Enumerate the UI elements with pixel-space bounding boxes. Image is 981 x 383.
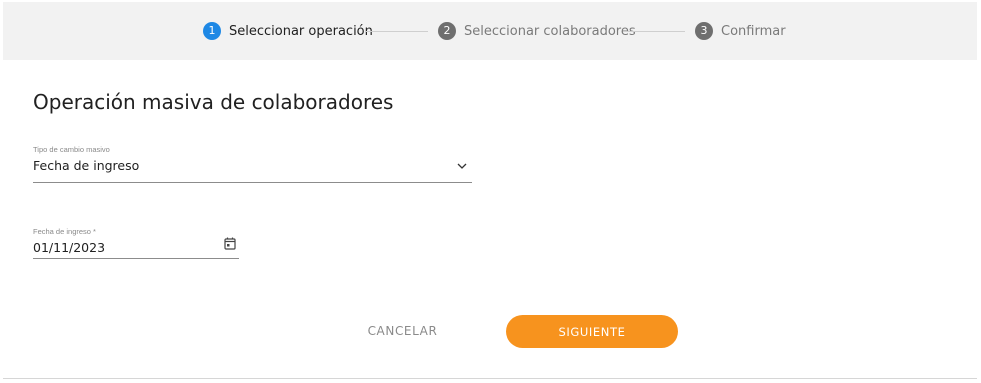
step-number-3: 3 xyxy=(695,22,713,40)
change-type-underline xyxy=(33,182,472,183)
start-date-underline xyxy=(33,258,239,259)
change-type-label: Tipo de cambio masivo xyxy=(33,145,110,154)
step-label-select-collaborators: Seleccionar colaboradores xyxy=(464,23,636,39)
step-select-operation[interactable]: 1 Seleccionar operación xyxy=(203,20,373,42)
chevron-down-icon[interactable] xyxy=(457,162,467,170)
step-select-collaborators[interactable]: 2 Seleccionar colaboradores xyxy=(438,20,636,42)
calendar-icon[interactable] xyxy=(224,237,236,250)
next-button[interactable]: SIGUIENTE xyxy=(506,315,678,348)
start-date-value[interactable]: 01/11/2023 xyxy=(33,240,105,255)
step-number-2: 2 xyxy=(438,22,456,40)
change-type-value[interactable]: Fecha de ingreso xyxy=(33,158,139,173)
step-connector xyxy=(623,31,685,32)
cancel-button[interactable]: CANCELAR xyxy=(350,316,455,346)
step-label-confirm: Confirmar xyxy=(721,23,786,39)
step-connector xyxy=(366,31,428,32)
page-title: Operación masiva de colaboradores xyxy=(33,90,394,114)
stepper: 1 Seleccionar operación 2 Seleccionar co… xyxy=(3,2,977,60)
step-label-select-operation: Seleccionar operación xyxy=(229,23,373,39)
divider xyxy=(3,378,977,379)
start-date-label: Fecha de ingreso * xyxy=(33,227,96,236)
step-number-1: 1 xyxy=(203,22,221,40)
step-confirm[interactable]: 3 Confirmar xyxy=(695,20,786,42)
